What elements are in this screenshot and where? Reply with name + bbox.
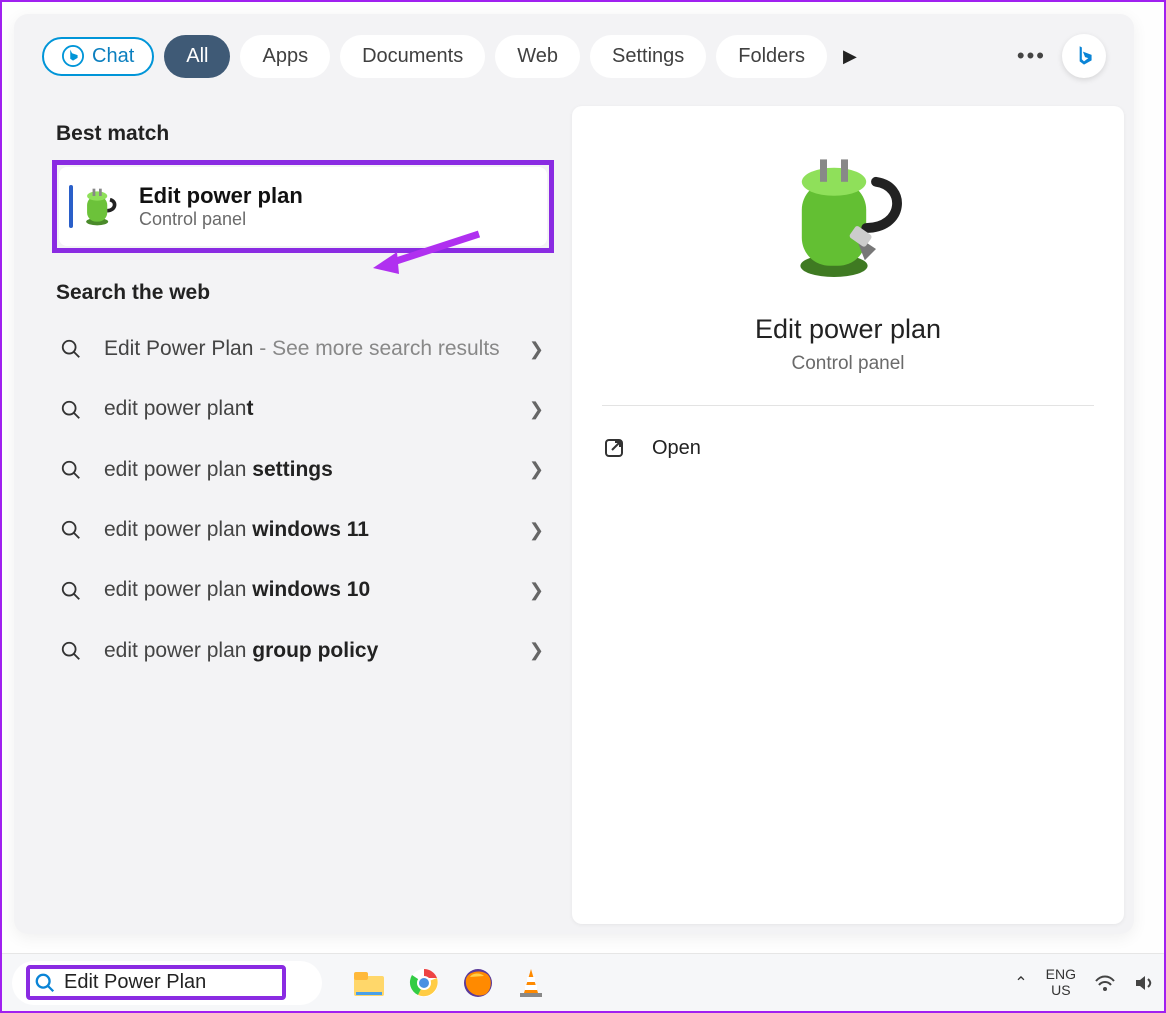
web-result-item[interactable]: edit power plan windows 11 ❯ xyxy=(52,500,554,560)
power-plan-large-icon xyxy=(773,146,923,296)
search-icon xyxy=(58,640,84,662)
web-result-item[interactable]: edit power plan windows 10 ❯ xyxy=(52,560,554,620)
search-web-heading: Search the web xyxy=(56,281,554,305)
open-label: Open xyxy=(652,437,701,460)
annotation-search-highlight xyxy=(26,965,286,1000)
tab-web[interactable]: Web xyxy=(495,35,580,78)
wifi-icon[interactable] xyxy=(1094,973,1116,993)
search-tabs-row: Chat All Apps Documents Web Settings Fol… xyxy=(14,14,1134,88)
chat-tab-label: Chat xyxy=(92,45,134,68)
chevron-right-icon: ❯ xyxy=(529,459,544,480)
search-icon xyxy=(58,519,84,541)
search-icon xyxy=(58,580,84,602)
web-result-item[interactable]: Edit Power Plan - See more search result… xyxy=(52,319,554,379)
language-indicator[interactable]: ENG US xyxy=(1046,967,1076,998)
search-icon xyxy=(58,459,84,481)
taskbar-search[interactable] xyxy=(12,961,322,1005)
web-result-text: edit power plan settings xyxy=(104,456,509,484)
tab-documents[interactable]: Documents xyxy=(340,35,485,78)
firefox-icon[interactable] xyxy=(462,967,494,999)
web-result-text: edit power plant xyxy=(104,395,509,423)
web-result-text: edit power plan windows 11 xyxy=(104,516,509,544)
best-match-subtitle: Control panel xyxy=(139,209,303,230)
search-icon xyxy=(58,338,84,360)
chat-tab[interactable]: Chat xyxy=(42,37,154,76)
result-preview-pane: Edit power plan Control panel Open xyxy=(572,106,1124,924)
chrome-icon[interactable] xyxy=(408,967,440,999)
vlc-icon[interactable] xyxy=(516,967,546,999)
tab-folders[interactable]: Folders xyxy=(716,35,827,78)
open-icon xyxy=(602,436,626,460)
tab-all[interactable]: All xyxy=(164,35,230,78)
selection-indicator xyxy=(69,185,73,228)
web-result-item[interactable]: edit power plan group policy ❯ xyxy=(52,621,554,681)
more-tabs-arrow-icon[interactable]: ▶ xyxy=(843,46,857,67)
tab-apps[interactable]: Apps xyxy=(240,35,330,78)
web-result-text: Edit Power Plan - See more search result… xyxy=(104,335,509,363)
best-match-heading: Best match xyxy=(56,122,554,146)
preview-title: Edit power plan xyxy=(602,314,1094,345)
taskbar-search-input[interactable] xyxy=(64,971,264,994)
tray-chevron-up-icon[interactable]: ⌃ xyxy=(1014,973,1027,993)
best-match-title: Edit power plan xyxy=(139,183,303,209)
preview-subtitle: Control panel xyxy=(602,353,1094,406)
taskbar-pinned-apps xyxy=(352,967,546,999)
open-action[interactable]: Open xyxy=(602,436,1094,460)
chevron-right-icon: ❯ xyxy=(529,640,544,661)
chevron-right-icon: ❯ xyxy=(529,399,544,420)
web-result-item[interactable]: edit power plant ❯ xyxy=(52,379,554,439)
chevron-right-icon: ❯ xyxy=(529,339,544,360)
power-plan-icon xyxy=(77,185,121,229)
web-result-item[interactable]: edit power plan settings ❯ xyxy=(52,440,554,500)
bing-icon xyxy=(62,45,84,67)
chevron-right-icon: ❯ xyxy=(529,520,544,541)
search-icon xyxy=(34,972,56,994)
tab-settings[interactable]: Settings xyxy=(590,35,706,78)
web-results-list: Edit Power Plan - See more search result… xyxy=(52,319,554,681)
file-explorer-icon[interactable] xyxy=(352,968,386,998)
taskbar: ⌃ ENG US xyxy=(2,953,1164,1011)
chevron-right-icon: ❯ xyxy=(529,580,544,601)
search-icon xyxy=(58,399,84,421)
volume-icon[interactable] xyxy=(1134,973,1154,993)
web-result-text: edit power plan group policy xyxy=(104,637,509,665)
windows-search-panel: Chat All Apps Documents Web Settings Fol… xyxy=(14,14,1134,934)
web-result-text: edit power plan windows 10 xyxy=(104,576,509,604)
annotation-arrow-icon xyxy=(369,224,489,284)
more-options-icon[interactable]: ••• xyxy=(1011,43,1052,69)
bing-button[interactable] xyxy=(1062,34,1106,78)
bing-logo-icon xyxy=(1071,43,1097,69)
